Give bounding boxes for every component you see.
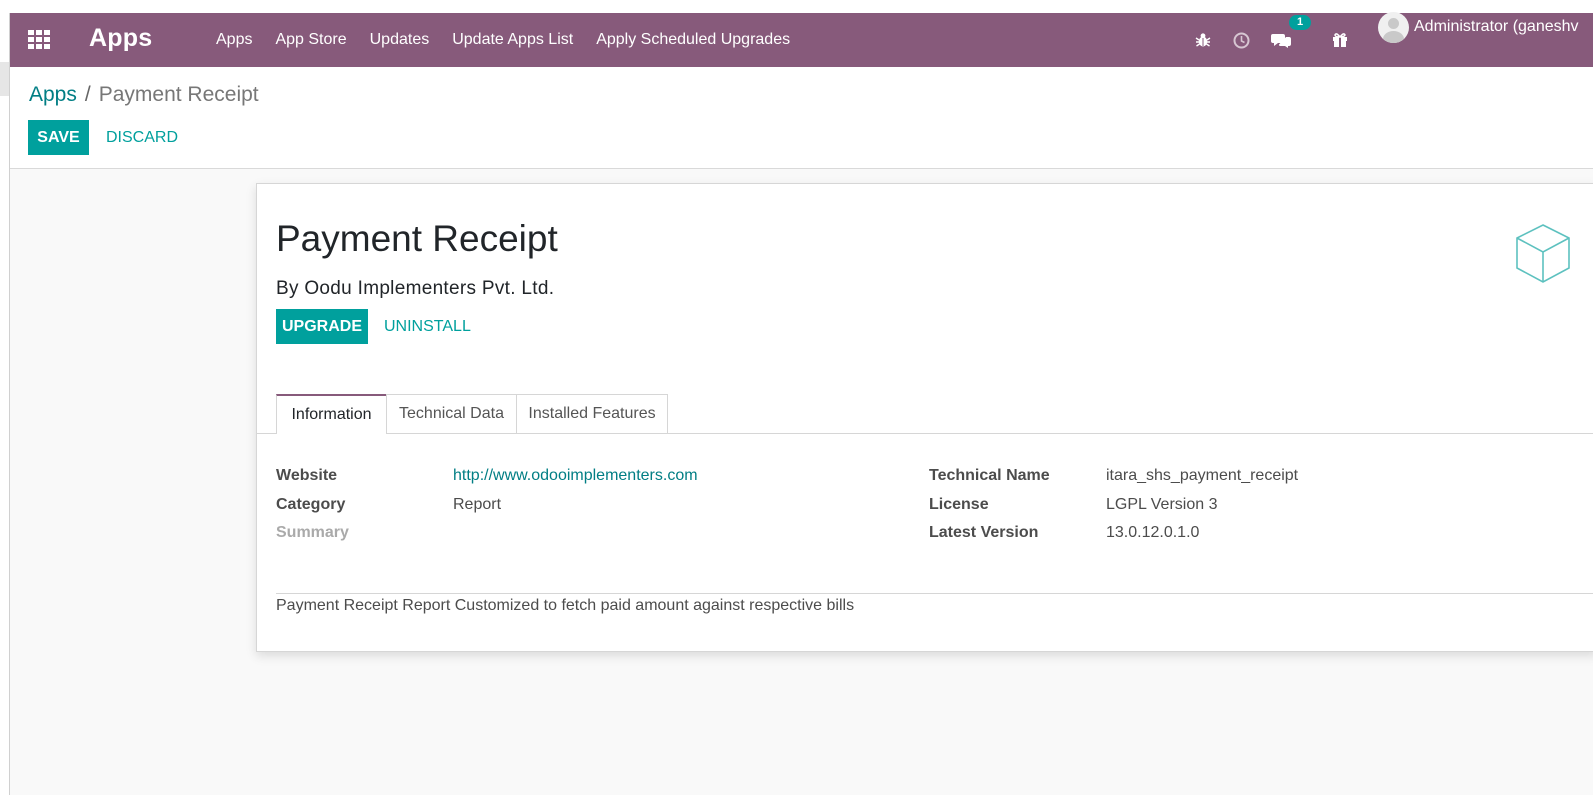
module-cube-icon (1513, 222, 1573, 291)
module-title: Payment Receipt (276, 218, 558, 259)
avatar (1378, 11, 1409, 43)
breadcrumb-separator: / (84, 83, 91, 106)
menu-item-updates[interactable]: Updates (370, 31, 430, 49)
technical-name-label: Technical Name (929, 467, 1050, 484)
description-divider (276, 593, 1593, 594)
uninstall-button[interactable]: UNINSTALL (384, 318, 471, 336)
messages-count-badge: 1 (1289, 15, 1311, 30)
summary-label: Summary (276, 524, 349, 541)
save-button[interactable]: SAVE (28, 120, 89, 155)
upgrade-button[interactable]: UPGRADE (276, 309, 368, 344)
category-value: Report (453, 496, 502, 513)
discard-button[interactable]: DISCARD (106, 129, 178, 147)
breadcrumb-current: Payment Receipt (98, 83, 259, 106)
chat-icon[interactable] (1271, 30, 1291, 50)
window-top-margin (0, 0, 1593, 13)
window-left-margin (0, 13, 10, 795)
module-description: Payment Receipt Report Customized to fet… (276, 597, 855, 614)
tab-information[interactable]: Information (276, 394, 387, 434)
window-left-marker (0, 62, 9, 96)
user-menu[interactable]: Administrator (ganeshv (1378, 10, 1579, 44)
license-label: License (929, 496, 989, 513)
tab-technical-data[interactable]: Technical Data (386, 394, 517, 433)
menu-item-apps[interactable]: Apps (216, 31, 252, 49)
tab-installed-features[interactable]: Installed Features (516, 394, 668, 433)
technical-name-value: itara_shs_payment_receipt (1106, 467, 1299, 484)
apps-grid-icon[interactable] (28, 30, 50, 50)
clock-icon[interactable] (1231, 30, 1251, 50)
latest-version-label: Latest Version (929, 524, 1039, 541)
category-label: Category (276, 496, 346, 513)
main-menu: Apps App Store Updates Update Apps List … (216, 13, 813, 67)
app-brand[interactable]: Apps (89, 24, 152, 53)
control-panel: Apps / Payment Receipt SAVE DISCARD (10, 67, 1593, 169)
license-value: LGPL Version 3 (1106, 496, 1218, 513)
user-name: Administrator (ganeshv (1414, 18, 1579, 35)
breadcrumb: Apps / Payment Receipt (29, 83, 259, 107)
website-label: Website (276, 467, 338, 484)
gift-icon[interactable] (1330, 30, 1350, 50)
menu-item-update-apps-list[interactable]: Update Apps List (452, 31, 573, 49)
bug-icon[interactable] (1193, 30, 1213, 50)
menu-item-app-store[interactable]: App Store (275, 31, 346, 49)
breadcrumb-apps-link[interactable]: Apps (29, 83, 77, 106)
website-link[interactable]: http://www.odooimplementers.com (453, 467, 698, 485)
top-navbar: Apps Apps App Store Updates Update Apps … (10, 13, 1593, 67)
menu-item-apply-scheduled-upgrades[interactable]: Apply Scheduled Upgrades (596, 31, 790, 49)
notebook-tabs: Information Technical Data Installed Fea… (257, 394, 1593, 434)
latest-version-value: 13.0.12.0.1.0 (1106, 524, 1200, 541)
form-sheet: Payment Receipt By Oodu Implementers Pvt… (256, 183, 1593, 652)
module-author: By Oodu Implementers Pvt. Ltd. (276, 278, 555, 299)
